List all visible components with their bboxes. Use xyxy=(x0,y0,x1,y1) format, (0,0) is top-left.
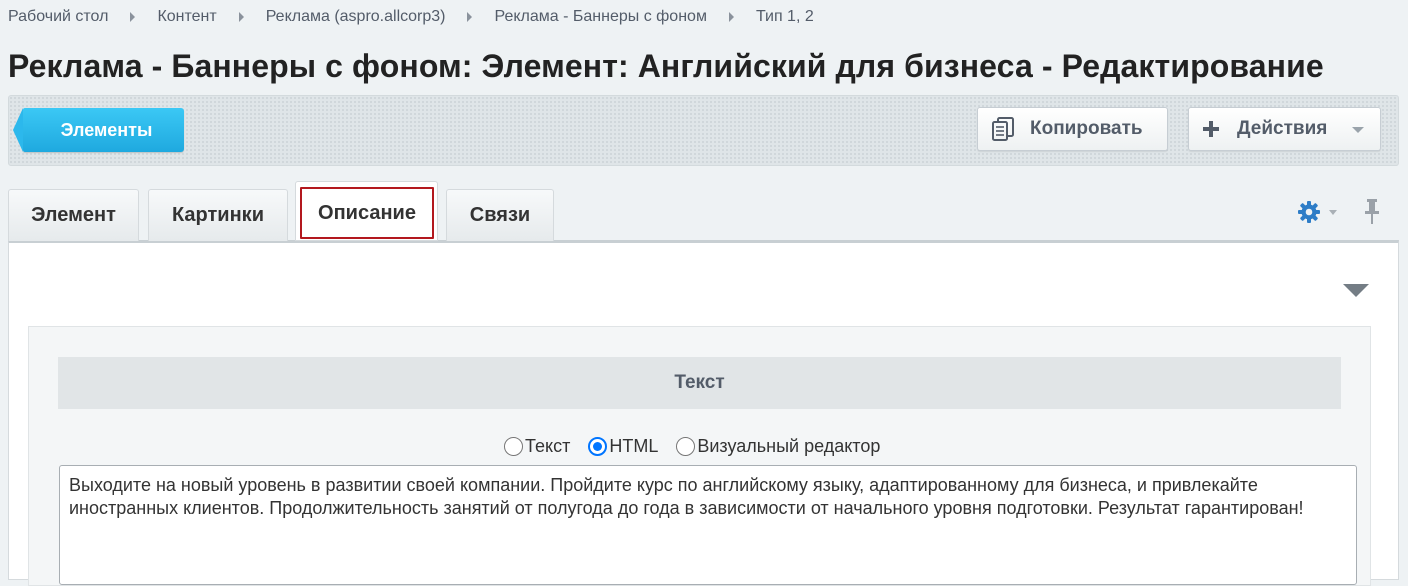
tab-description[interactable]: Описание xyxy=(295,181,438,241)
radio-html-mode[interactable] xyxy=(588,436,608,456)
actions-button-label: Действия xyxy=(1237,118,1328,139)
breadcrumb-item-banners[interactable]: Реклама - Баннеры с фоном xyxy=(494,8,706,26)
plus-icon xyxy=(1203,121,1219,137)
tab-links[interactable]: Связи xyxy=(446,189,554,241)
toolbar: Элементы Копировать Действия xyxy=(8,95,1399,166)
breadcrumb-separator-icon xyxy=(238,12,244,22)
collapse-arrow-icon[interactable] xyxy=(1343,284,1369,297)
tab-element[interactable]: Элемент xyxy=(8,189,139,241)
radio-visual-editor-mode[interactable] xyxy=(676,436,696,456)
elements-back-button[interactable]: Элементы xyxy=(13,108,184,152)
editor-mode-selector: Текст HTML Визуальный редактор xyxy=(504,433,898,459)
actions-dropdown-button[interactable]: Действия xyxy=(1188,107,1381,151)
copy-icon xyxy=(992,117,1014,141)
tab-pictures[interactable]: Картинки xyxy=(148,189,288,241)
radio-label: Визуальный редактор xyxy=(697,435,881,456)
radio-label: Текст xyxy=(525,435,571,456)
radio-label: HTML xyxy=(609,435,659,456)
copy-button[interactable]: Копировать xyxy=(977,107,1168,151)
breadcrumb-separator-icon xyxy=(728,12,734,22)
breadcrumb: Рабочий стол Контент Реклама (aspro.allc… xyxy=(8,6,814,28)
breadcrumb-item-desktop[interactable]: Рабочий стол xyxy=(8,8,108,26)
chevron-down-icon xyxy=(1329,209,1337,215)
tab-label: Описание xyxy=(318,201,416,224)
tab-settings-button[interactable] xyxy=(1297,200,1341,224)
breadcrumb-item-content[interactable]: Контент xyxy=(157,8,216,26)
tab-highlight-frame: Описание xyxy=(300,187,434,239)
copy-button-label: Копировать xyxy=(1030,118,1143,139)
tab-label: Картинки xyxy=(171,204,264,226)
chevron-down-icon xyxy=(1352,127,1364,133)
radio-text-mode[interactable] xyxy=(504,436,523,456)
page-title: Реклама - Баннеры с фоном: Элемент: Англ… xyxy=(8,48,1324,84)
tab-label: Элемент xyxy=(31,204,116,226)
section-header: Текст xyxy=(58,357,1341,409)
breadcrumb-item-ads[interactable]: Реклама (aspro.allcorp3) xyxy=(266,8,446,26)
pin-icon[interactable] xyxy=(1362,198,1382,226)
tab-label: Связи xyxy=(469,204,531,226)
description-textarea[interactable]: Выходите на новый уровень в развитии сво… xyxy=(59,465,1357,585)
breadcrumb-separator-icon xyxy=(130,12,136,22)
gear-icon xyxy=(1298,201,1320,223)
breadcrumb-item-type[interactable]: Тип 1, 2 xyxy=(756,8,814,26)
section-title: Текст xyxy=(674,372,725,393)
breadcrumb-separator-icon xyxy=(467,12,473,22)
